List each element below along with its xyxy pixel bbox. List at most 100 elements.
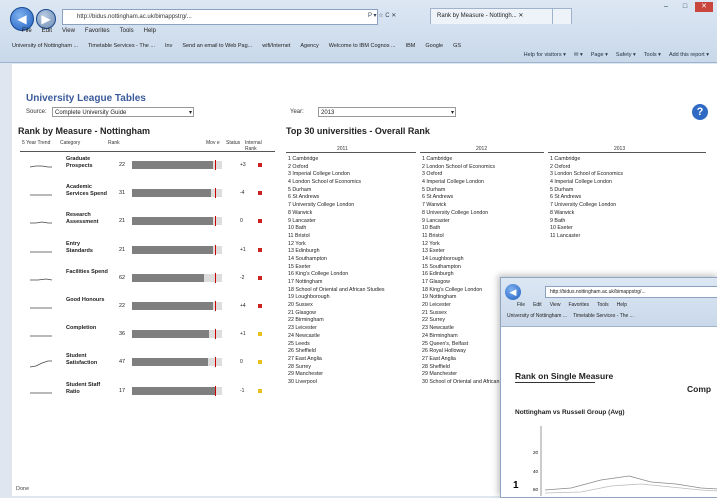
favorite-link[interactable]: IBM — [406, 40, 416, 53]
ranking-item: 12 York — [422, 240, 440, 247]
mail-button[interactable]: ✉ ▾ — [574, 52, 583, 58]
ranking-item: 16 King's College London — [288, 271, 349, 278]
forward-button[interactable]: ▶ — [36, 9, 56, 29]
ranking-item: 20 Sussex — [288, 302, 313, 309]
year-select[interactable]: 2013 ▾ — [318, 107, 456, 117]
ranking-item: 28 Surrey — [288, 363, 311, 370]
measure-row[interactable]: Student Satisfaction 47 0 — [26, 351, 276, 379]
measure-row[interactable]: Student Staff Ratio 17 -1 — [26, 380, 276, 408]
address-tools[interactable]: P ▾ ☆ C ✕ — [368, 9, 422, 23]
table-rule — [20, 151, 275, 152]
menu-favorites[interactable]: Favorites — [85, 28, 110, 34]
address-bar[interactable]: http://bidus.nottingham.ac.uk/bimappstrg… — [62, 9, 378, 25]
measure-row[interactable]: Facilities Spend 62 -2 — [26, 267, 276, 295]
popup-back-button[interactable]: ◀ — [505, 284, 521, 300]
measure-name[interactable]: Entry Standards — [66, 241, 108, 255]
ranking-item: 6 St Andrews — [550, 194, 582, 201]
ranking-item: 4 Imperial College London — [550, 179, 612, 186]
menu-view[interactable]: View — [62, 28, 75, 34]
menu-edit[interactable]: Edit — [42, 28, 52, 34]
help-icon[interactable]: ? — [692, 104, 708, 120]
maximize-icon[interactable]: □ — [676, 2, 694, 12]
popup-menu-favorites[interactable]: Favorites — [568, 302, 589, 308]
ranking-item: 10 Bath — [422, 225, 441, 232]
measure-rank: 22 — [119, 303, 126, 309]
popup-chrome: ◀ http://bidus.nottingham.ac.uk/bimappst… — [501, 278, 717, 327]
ranking-item: 18 School of Oriental and African Studie… — [288, 286, 385, 293]
ranking-item: 1 Cambridge — [422, 156, 453, 162]
measure-rank: 22 — [119, 162, 126, 168]
close-icon[interactable]: ✕ — [695, 2, 713, 12]
menu-tools[interactable]: Tools — [120, 28, 134, 34]
popup-menu-file[interactable]: File — [517, 302, 525, 308]
favorite-link[interactable]: wifi/Internet — [262, 40, 290, 53]
measure-row[interactable]: Academic Services Spend 31 -4 — [26, 182, 276, 210]
status-indicator — [258, 275, 262, 280]
ranking-item: 3 Oxford — [422, 171, 443, 178]
popup-menu-help[interactable]: Help — [617, 302, 627, 308]
ranking-item: 12 York — [288, 240, 306, 247]
favorite-link[interactable]: Agency — [300, 40, 318, 53]
measure-name[interactable]: Completion — [66, 325, 108, 332]
measure-row[interactable]: Completion 36 +1 — [26, 323, 276, 351]
measure-name[interactable]: Student Staff Ratio — [66, 382, 108, 396]
browser-tab[interactable]: Rank by Measure - Nottingh... ✕ — [430, 8, 562, 24]
new-tab-button[interactable] — [552, 8, 572, 24]
popup-favorite-link[interactable]: Timetable Services - The ... — [573, 313, 634, 319]
measure-row[interactable]: Research Assessment 21 0 — [26, 210, 276, 238]
rank-bar — [132, 385, 222, 396]
favorite-link[interactable]: Welcome to IBM Cognos ... — [329, 40, 396, 53]
popup-menu-tools[interactable]: Tools — [597, 302, 609, 308]
menu-file[interactable]: File — [22, 28, 32, 34]
popup-menu-edit[interactable]: Edit — [533, 302, 542, 308]
favorite-link[interactable]: Timetable Services - The ... — [88, 40, 155, 53]
safety-button[interactable]: Safety ▾ — [616, 52, 636, 58]
target-tick — [215, 272, 216, 283]
popup-window: ◀ http://bidus.nottingham.ac.uk/bimappst… — [500, 277, 717, 498]
favorite-link[interactable]: Google — [425, 40, 443, 53]
measure-movement: 0 — [240, 218, 243, 225]
favorite-link[interactable]: Inv — [165, 40, 172, 53]
popup-axis-label: 60 — [533, 487, 539, 492]
favorite-link[interactable]: Send an email to Web Pag... — [182, 40, 252, 53]
ranking-item: 14 Loughborough — [422, 255, 464, 262]
measure-name[interactable]: Academic Services Spend — [66, 184, 108, 198]
ranking-item: 26 Sheffield — [288, 348, 316, 355]
measure-rank: 62 — [119, 274, 126, 281]
ranking-item: 8 Warwick — [288, 209, 313, 216]
source-select[interactable]: Complete University Guide ▾ — [52, 107, 194, 117]
measure-movement: +3 — [240, 162, 246, 168]
year-value: 2013 — [321, 110, 335, 116]
status-indicator — [258, 332, 262, 337]
popup-comp-label: Comp — [687, 384, 712, 394]
rank-bar — [132, 357, 222, 368]
popup-favorite-link[interactable]: University of Nottingham ... — [507, 313, 567, 319]
rank-bar-fill — [132, 358, 208, 367]
favorite-link[interactable]: University of Nottingham ... — [12, 40, 78, 53]
target-tick — [215, 301, 216, 311]
measure-name[interactable]: Graduate Prospects — [66, 156, 108, 170]
measure-row[interactable]: Entry Standards 21 +1 — [26, 239, 276, 267]
menu-help[interactable]: Help — [144, 28, 156, 34]
trend-sparkline — [30, 307, 52, 309]
measure-rank: 21 — [119, 246, 126, 253]
favorite-link[interactable]: GS — [453, 40, 461, 53]
measure-movement: 0 — [240, 359, 243, 366]
measure-row[interactable]: Good Honours 22 +4 — [26, 295, 276, 323]
page-button[interactable]: Page ▾ — [591, 52, 608, 58]
measure-name[interactable]: Facilities Spend — [66, 269, 108, 276]
measure-name[interactable]: Good Honours — [66, 297, 108, 304]
add-report-button[interactable]: Add this report ▾ — [669, 52, 709, 58]
ranking-item: 23 Leicester — [288, 325, 317, 332]
minimize-icon[interactable]: – — [657, 2, 675, 12]
popup-menu-view[interactable]: View — [550, 302, 561, 308]
measure-row[interactable]: Graduate Prospects 22 +3 — [26, 154, 276, 182]
col-trend: 5 Year Trend — [22, 140, 51, 146]
measure-name[interactable]: Research Assessment — [66, 212, 108, 226]
popup-address-bar[interactable]: http://bidus.nottingham.ac.uk/bimappstrg… — [545, 286, 717, 298]
help-visitors-button[interactable]: Help for visitors ▾ — [524, 52, 566, 58]
measure-name[interactable]: Student Satisfaction — [66, 353, 108, 367]
measure-rank: 17 — [119, 387, 126, 394]
tools-button[interactable]: Tools ▾ — [644, 52, 661, 58]
measure-rank: 36 — [119, 331, 126, 338]
